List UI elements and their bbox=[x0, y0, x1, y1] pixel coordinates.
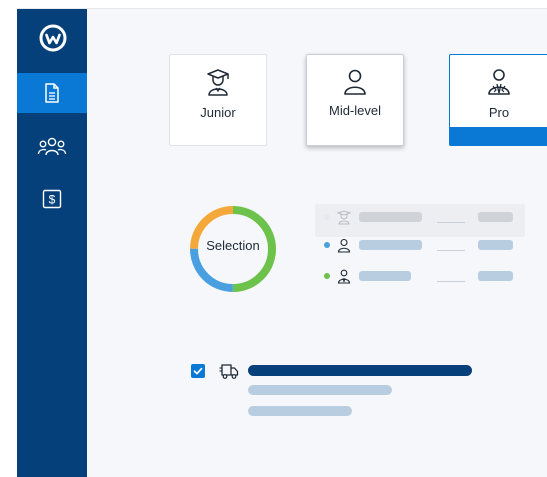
executive-icon bbox=[488, 69, 510, 95]
delivery-truck-icon bbox=[219, 364, 239, 379]
dollar-icon: $ bbox=[42, 189, 62, 209]
donut-center-label: Selection bbox=[206, 238, 260, 253]
main-content: Junior Mid-level Pro Selection bbox=[87, 9, 547, 477]
checkmark-icon bbox=[193, 367, 203, 375]
task-detail-placeholder bbox=[248, 406, 352, 416]
graduate-icon bbox=[337, 210, 351, 225]
legend-value-placeholder bbox=[478, 240, 513, 250]
legend-value-placeholder bbox=[478, 271, 513, 281]
person-icon bbox=[344, 69, 366, 95]
selected-indicator-bar bbox=[450, 127, 547, 145]
graduate-icon bbox=[207, 69, 229, 96]
legend-dot bbox=[324, 214, 330, 220]
level-label: Mid-level bbox=[328, 103, 381, 118]
task-checkbox[interactable] bbox=[191, 364, 205, 378]
sidebar: $ bbox=[17, 9, 87, 477]
level-label: Junior bbox=[200, 105, 236, 120]
legend-row[interactable] bbox=[324, 269, 524, 284]
executive-icon bbox=[337, 269, 351, 284]
level-label: Pro bbox=[488, 105, 510, 120]
legend-divider bbox=[437, 281, 465, 282]
task-detail-placeholder bbox=[248, 385, 392, 395]
app-window: $ Junior Mid-level Pro Selection bbox=[17, 8, 547, 477]
svg-text:$: $ bbox=[49, 193, 56, 207]
sidebar-item-people[interactable] bbox=[17, 127, 87, 167]
sidebar-item-documents[interactable] bbox=[17, 73, 87, 113]
person-icon bbox=[337, 238, 351, 253]
legend-dot bbox=[324, 273, 330, 279]
sidebar-item-payments[interactable]: $ bbox=[17, 179, 87, 219]
legend-value-placeholder bbox=[478, 212, 513, 222]
legend-name-placeholder bbox=[359, 212, 422, 222]
brand-w-logo-icon[interactable] bbox=[38, 23, 68, 53]
legend-name-placeholder bbox=[359, 271, 411, 281]
legend-row[interactable] bbox=[324, 210, 524, 225]
task-title-placeholder bbox=[248, 365, 472, 376]
document-icon bbox=[45, 83, 59, 103]
level-card-pro[interactable]: Pro bbox=[449, 54, 547, 146]
legend-row[interactable] bbox=[324, 238, 524, 253]
legend-divider bbox=[437, 222, 465, 223]
group-icon bbox=[37, 137, 67, 156]
legend-dot bbox=[324, 242, 330, 248]
level-card-junior[interactable]: Junior bbox=[169, 54, 267, 146]
legend-name-placeholder bbox=[359, 240, 422, 250]
level-card-mid-level[interactable]: Mid-level bbox=[306, 54, 404, 146]
legend-divider bbox=[437, 250, 465, 251]
